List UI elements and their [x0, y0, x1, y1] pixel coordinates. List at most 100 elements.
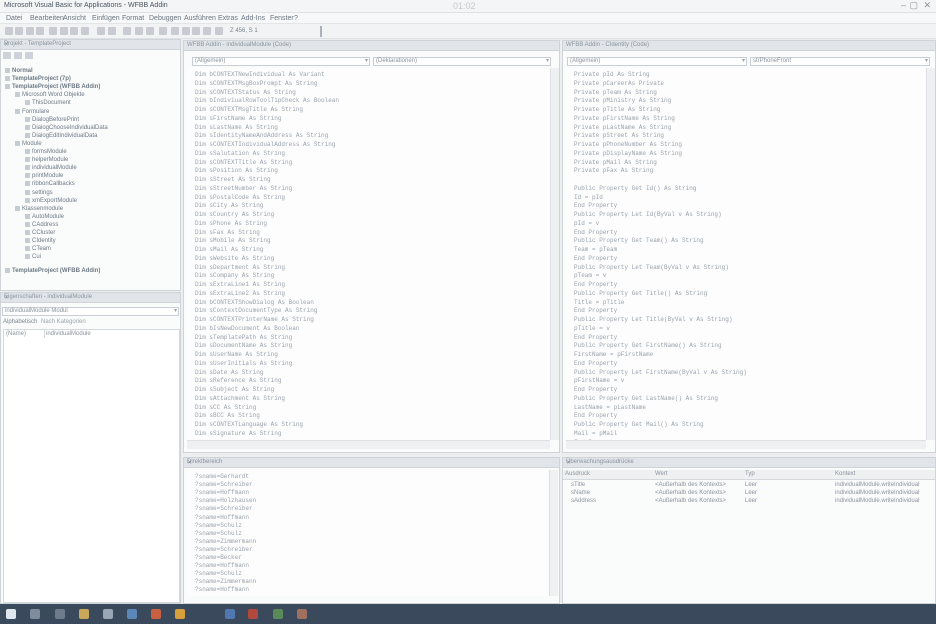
- tree-item[interactable]: CIdentity: [25, 238, 56, 244]
- toolbar-button[interactable]: [203, 27, 211, 35]
- chrome-icon[interactable]: [175, 609, 185, 619]
- close-icon[interactable]: ✕: [923, 0, 931, 11]
- view-object-icon[interactable]: [14, 52, 22, 59]
- vertical-scrollbar[interactable]: [550, 68, 559, 440]
- menu-add-ins[interactable]: Add-Ins: [241, 15, 265, 22]
- tree-item[interactable]: TemplateProject (WFBB Addin): [5, 84, 100, 90]
- excel-icon[interactable]: [273, 609, 283, 619]
- column-header[interactable]: Typ: [745, 471, 755, 477]
- toolbar-button[interactable]: [70, 27, 78, 35]
- toolbar-button[interactable]: [146, 27, 154, 35]
- tree-item[interactable]: ribbonCallbacks: [25, 181, 75, 187]
- tree-item[interactable]: xmExportModule: [25, 197, 77, 204]
- tree-item[interactable]: settings: [25, 189, 53, 196]
- vertical-scrollbar[interactable]: [926, 68, 935, 440]
- toolbar-button[interactable]: [108, 27, 116, 35]
- column-header[interactable]: Wert: [655, 471, 668, 477]
- toolbar-handle[interactable]: [320, 26, 322, 37]
- toolbar-button[interactable]: [26, 27, 34, 35]
- toolbar-button[interactable]: [171, 27, 179, 35]
- code-editor[interactable]: Private pId As String Private pCareerAs P…: [566, 68, 925, 440]
- toolbar-button[interactable]: [97, 27, 105, 35]
- tree-item[interactable]: CTeam: [25, 246, 51, 252]
- windows-start-icon[interactable]: [6, 609, 16, 619]
- horizontal-scrollbar[interactable]: [187, 440, 550, 449]
- toolbar-button[interactable]: [81, 27, 89, 35]
- object-combo[interactable]: (Allgemein) ▾: [567, 57, 747, 66]
- object-combo[interactable]: (Allgemein) ▾: [192, 57, 370, 66]
- immediate-editor[interactable]: ?sname=Gerhardt ?sname=Schreiber ?sname=Ho…: [187, 470, 547, 596]
- menu-debuggen[interactable]: Debuggen: [149, 15, 181, 22]
- column-header[interactable]: Ausdruck: [565, 471, 590, 477]
- toolbar-button[interactable]: [159, 27, 167, 35]
- tree-item[interactable]: Klassenmodule: [15, 205, 63, 212]
- procedure-combo[interactable]: (Deklarationen) ▾: [373, 57, 551, 66]
- view-code-icon[interactable]: [3, 52, 11, 59]
- menu--[interactable]: ?: [294, 15, 298, 22]
- edge-icon[interactable]: [55, 609, 65, 619]
- object-select[interactable]: individualModule Modul ▾: [2, 307, 179, 316]
- property-value[interactable]: individualModule: [46, 331, 91, 337]
- toolbar-button[interactable]: [215, 27, 223, 35]
- close-icon[interactable]: ✕: [187, 459, 557, 466]
- tree-item[interactable]: ThisDocument: [25, 100, 71, 106]
- tree-item[interactable]: Module: [15, 140, 42, 147]
- menu-ausf-hren[interactable]: Ausführen: [184, 15, 216, 22]
- tab-alphabetical[interactable]: Alphabetisch: [3, 319, 37, 325]
- explorer-icon[interactable]: [79, 609, 89, 619]
- store-icon[interactable]: [103, 609, 113, 619]
- tree-item[interactable]: TemplateProject (7p): [5, 76, 71, 82]
- maximize-button[interactable]: ▢: [909, 0, 918, 11]
- menu-extras[interactable]: Extras: [218, 15, 238, 22]
- ie-icon[interactable]: [127, 609, 137, 619]
- tree-item[interactable]: formsModule: [25, 149, 67, 155]
- close-icon[interactable]: ✕: [4, 41, 178, 48]
- tree-item[interactable]: Cui: [25, 254, 41, 260]
- code-editor[interactable]: Dim bCONTEXTNewIndividual As Variant Dim …: [187, 68, 549, 440]
- tree-item[interactable]: DialogEditIndividualData: [25, 132, 97, 139]
- toolbar-button[interactable]: [123, 27, 131, 35]
- procedure-combo[interactable]: strPhoneFront ▾: [750, 57, 930, 66]
- tree-item[interactable]: Microsoft Word Objekte: [15, 92, 85, 98]
- tree-item[interactable]: AutoModule: [25, 213, 64, 220]
- tree-item[interactable]: DialogBeforePrint: [25, 116, 79, 123]
- toolbar-button[interactable]: [60, 27, 68, 35]
- close-icon[interactable]: ✕: [4, 294, 178, 301]
- tree-item[interactable]: helperModule: [25, 157, 68, 163]
- close-icon[interactable]: ✕: [566, 459, 933, 466]
- tree-item[interactable]: individualModule: [25, 165, 77, 171]
- word-icon[interactable]: [225, 609, 235, 619]
- powerpoint-icon[interactable]: [248, 609, 258, 619]
- toolbar-button[interactable]: [15, 27, 23, 35]
- menu-ansicht[interactable]: Ansicht: [63, 15, 86, 22]
- menu-bearbeiten[interactable]: Bearbeiten: [30, 15, 64, 22]
- vba-icon[interactable]: [297, 609, 307, 619]
- toolbar-button[interactable]: [192, 27, 200, 35]
- module-icon: [25, 238, 30, 244]
- minimize-button[interactable]: –: [901, 0, 906, 10]
- menu-fenster[interactable]: Fenster: [270, 15, 294, 22]
- tree-item[interactable]: printModule: [25, 173, 63, 179]
- firefox-icon[interactable]: [151, 609, 161, 619]
- tree-item-label: Normal: [12, 68, 33, 75]
- tree-item[interactable]: CAddress: [25, 221, 58, 228]
- tree-item[interactable]: TemplateProject (WFBB Addin): [5, 268, 100, 274]
- toolbar-button[interactable]: [5, 27, 13, 35]
- vertical-scrollbar[interactable]: [549, 470, 558, 596]
- tree-item[interactable]: Normal: [5, 68, 33, 74]
- toolbar-button[interactable]: [135, 27, 143, 35]
- toggle-folders-icon[interactable]: [25, 52, 33, 59]
- toolbar-button[interactable]: [49, 27, 57, 35]
- task-view-icon[interactable]: [30, 609, 40, 619]
- horizontal-scrollbar[interactable]: [566, 440, 926, 449]
- column-header[interactable]: Kontext: [835, 471, 855, 477]
- tree-item[interactable]: DialogChooseIndividualData: [25, 124, 108, 131]
- tab-categorized[interactable]: Nach Kategorien: [41, 319, 86, 325]
- menu-datei[interactable]: Datei: [6, 15, 22, 22]
- menu-format[interactable]: Format: [122, 15, 144, 22]
- tree-item[interactable]: Formulare: [15, 108, 49, 115]
- tree-item[interactable]: CCluster: [25, 230, 55, 236]
- toolbar-button[interactable]: [36, 27, 44, 35]
- toolbar-button[interactable]: [182, 27, 190, 35]
- menu-einf-gen[interactable]: Einfügen: [92, 15, 120, 22]
